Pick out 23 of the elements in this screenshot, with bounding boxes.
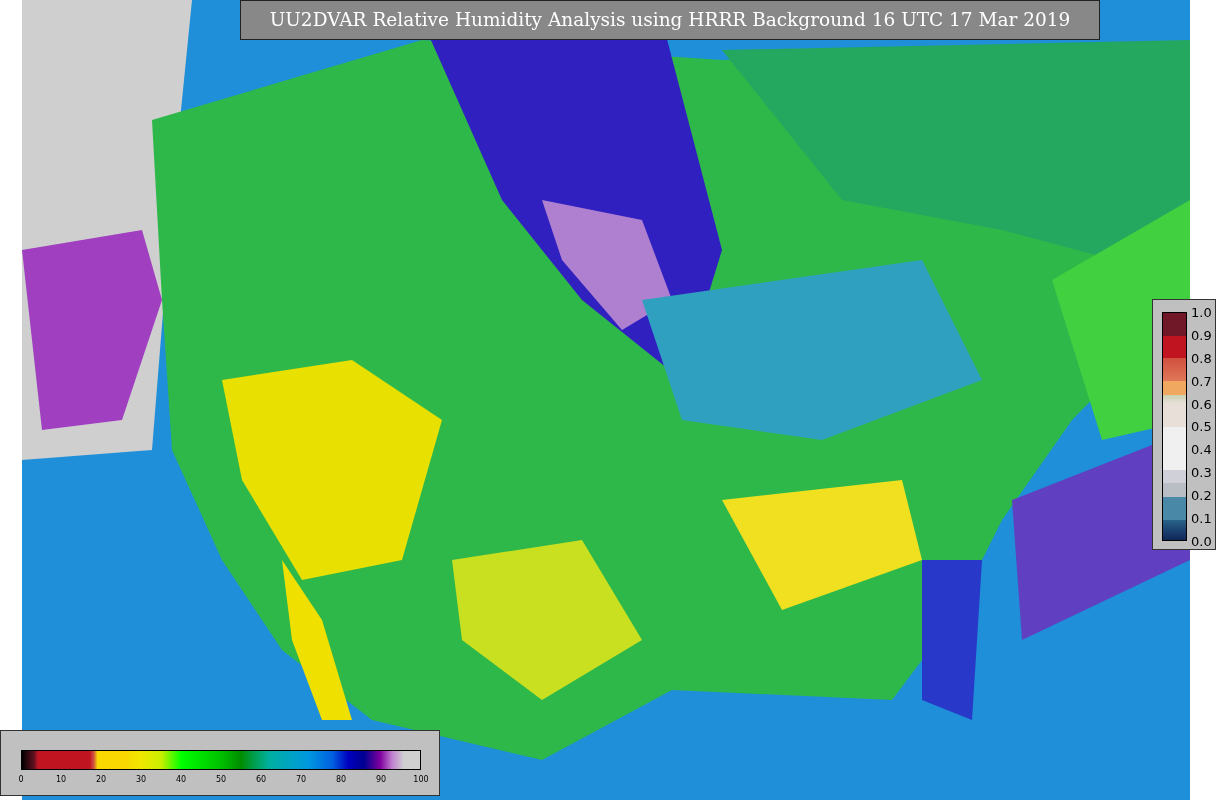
colorbar-tick-label: 60 (255, 775, 267, 785)
colorbar-tick-label: 0.6 (1191, 395, 1212, 414)
colorbar-tick-label: 70 (295, 775, 307, 785)
colorbar-tick-label: 0.3 (1191, 464, 1212, 483)
colorbar-tick-label: 1.0 (1191, 304, 1212, 322)
colorbar-tick-label: 0.1 (1191, 510, 1212, 528)
colorbar-tick-label: 20 (95, 775, 107, 785)
colorbar-tick-label: 0.5 (1191, 418, 1212, 437)
colorbar-tick-label: 10 (55, 775, 67, 785)
colorbar-tick-label: 0.9 (1191, 326, 1212, 345)
colorbar-tick-label: 0.2 (1191, 487, 1212, 506)
colorbar-tick-label: 0.8 (1191, 349, 1212, 368)
colorbar-tick-label: 0.4 (1191, 441, 1212, 460)
colorbar-tick-label: 50 (215, 775, 227, 785)
colorbar-tick-label: 90 (375, 775, 387, 785)
colorbar-tick-label: 100 (413, 775, 429, 785)
colorbar-tick-label: 0.0 (1191, 532, 1212, 551)
colorbar-tick-label: 0 (18, 775, 24, 785)
colorbar-tick-label: 30 (135, 775, 147, 785)
map-title: UU2DVAR Relative Humidity Analysis using HRRR Background 16 UTC 17 Mar 2019 (240, 0, 1100, 40)
colorbar-tick-label: 40 (175, 775, 187, 785)
colorbar-tick-label: 0.7 (1191, 372, 1212, 391)
colorbar-tick-label: 80 (335, 775, 347, 785)
